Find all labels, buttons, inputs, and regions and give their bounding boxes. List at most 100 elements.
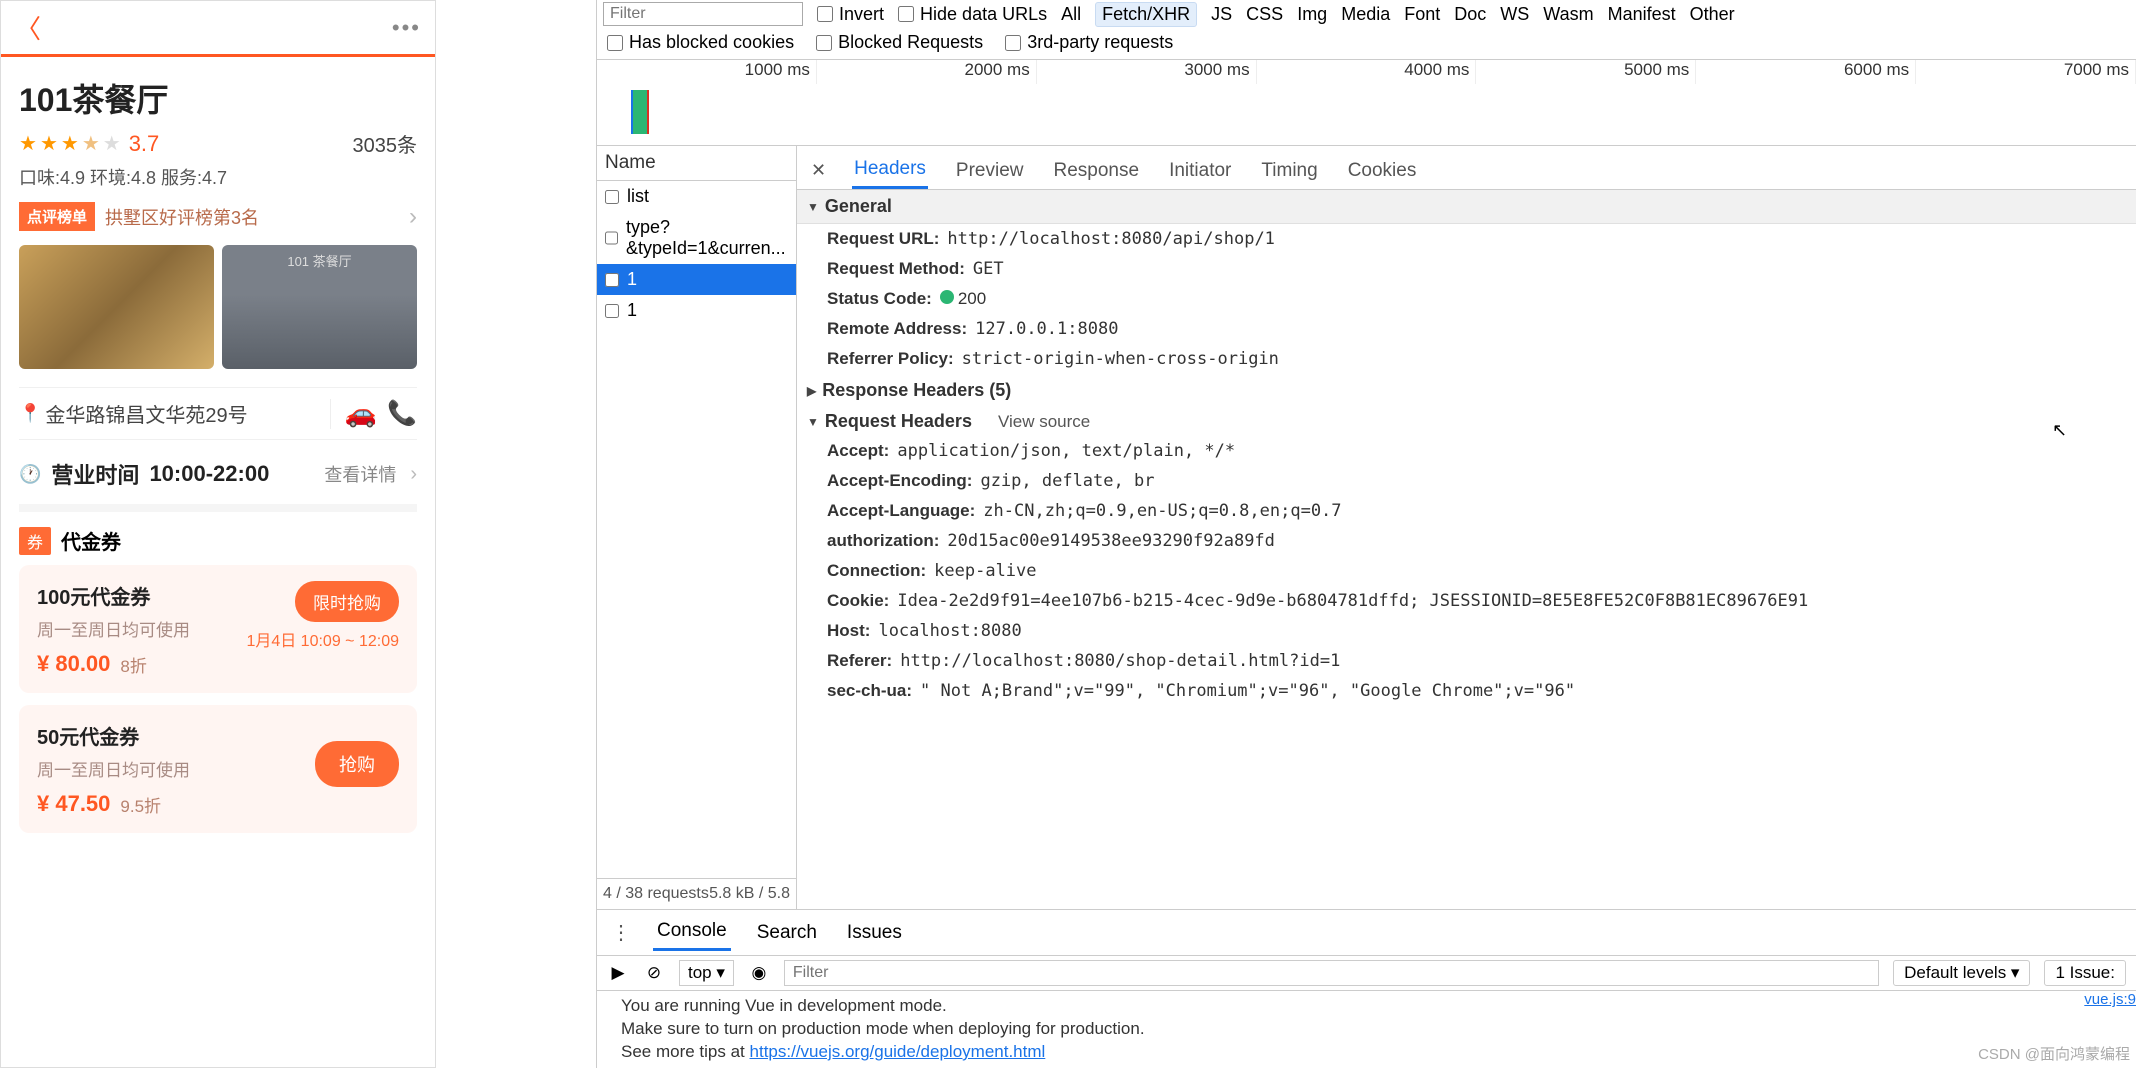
coupon-timeslot: 1月4日 10:09 ~ 12:09 xyxy=(246,627,399,651)
address-row[interactable]: 📍 金华路锦昌文华苑29号 🚗 📞 xyxy=(19,387,417,440)
timeline-marker xyxy=(631,90,649,134)
console-filter-input[interactable] xyxy=(784,960,1879,986)
blocked-requests-checkbox[interactable]: Blocked Requests xyxy=(816,32,983,53)
filter-fetch-xhr[interactable]: Fetch/XHR xyxy=(1095,2,1197,27)
console-toolbar: ▶ ⊘ top ▾ ◉ Default levels ▾ 1 Issue: xyxy=(597,956,2136,991)
hours-detail-link[interactable]: 查看详情 xyxy=(324,461,396,487)
filter-other[interactable]: Other xyxy=(1690,4,1735,25)
watermark: CSDN @面向鸿蒙编程 xyxy=(1978,1043,2130,1064)
header-value: localhost:8080 xyxy=(878,621,1021,641)
header-key: Accept-Language: xyxy=(827,501,975,521)
close-icon[interactable]: ✕ xyxy=(811,160,826,181)
kebab-menu-icon[interactable]: ⋮ xyxy=(611,920,631,945)
shop-photo[interactable] xyxy=(19,245,214,369)
filter-manifest[interactable]: Manifest xyxy=(1608,4,1676,25)
buy-button[interactable]: 抢购 xyxy=(315,741,399,787)
header-value: http://localhost:8080/api/shop/1 xyxy=(947,229,1275,249)
ranking-row[interactable]: 点评榜单 拱墅区好评榜第3名 › xyxy=(19,202,417,231)
header-value: keep-alive xyxy=(934,561,1036,581)
filter-css[interactable]: CSS xyxy=(1246,4,1283,25)
request-list-header[interactable]: Name xyxy=(597,146,796,181)
tab-search[interactable]: Search xyxy=(753,916,821,950)
mobile-app-panel: 〈 ••• 101茶餐厅 ★ ★ ★ ★ ★ 3.7 3035条 口味:4.9 … xyxy=(0,0,436,1068)
coupon-price: ¥ 80.00 xyxy=(37,651,110,677)
filter-all[interactable]: All xyxy=(1061,4,1081,25)
console-output: You are running Vue in development mode.… xyxy=(597,991,2136,1068)
shop-photo[interactable]: 101 茶餐厅 xyxy=(222,245,417,369)
log-levels-selector[interactable]: Default levels ▾ xyxy=(1893,960,2030,986)
detail-tabs: ✕ Headers Preview Response Initiator Tim… xyxy=(797,146,2136,190)
filter-js[interactable]: JS xyxy=(1211,4,1232,25)
timeline-tick: 5000 ms xyxy=(1476,60,1696,84)
chevron-right-icon: › xyxy=(409,203,417,231)
tab-console[interactable]: Console xyxy=(653,914,731,951)
third-party-checkbox[interactable]: 3rd-party requests xyxy=(1005,32,1173,53)
tab-timing[interactable]: Timing xyxy=(1259,154,1319,188)
network-filter-bar: Invert Hide data URLs All Fetch/XHR JS C… xyxy=(597,0,2136,28)
blocked-cookies-checkbox[interactable]: Has blocked cookies xyxy=(607,32,794,53)
header-value: application/json, text/plain, */* xyxy=(897,441,1235,461)
request-row[interactable]: list xyxy=(597,181,796,212)
filter-doc[interactable]: Doc xyxy=(1454,4,1486,25)
header-value: zh-CN,zh;q=0.9,en-US;q=0.8,en;q=0.7 xyxy=(983,501,1341,521)
tab-cookies[interactable]: Cookies xyxy=(1346,154,1419,188)
rank-text: 拱墅区好评榜第3名 xyxy=(105,204,259,230)
coupon-section-header: 券 代金券 xyxy=(19,512,417,565)
request-row-selected[interactable]: 1 xyxy=(597,264,796,295)
live-expression-icon[interactable]: ◉ xyxy=(748,962,770,984)
filter-font[interactable]: Font xyxy=(1404,4,1440,25)
invert-checkbox[interactable]: Invert xyxy=(817,4,884,25)
filter-media[interactable]: Media xyxy=(1341,4,1390,25)
timeline-tick: 6000 ms xyxy=(1696,60,1916,84)
filter-wasm[interactable]: Wasm xyxy=(1543,4,1593,25)
tab-initiator[interactable]: Initiator xyxy=(1167,154,1233,188)
header-key: Remote Address: xyxy=(827,319,967,339)
photo-gallery[interactable]: 101 茶餐厅 xyxy=(19,245,417,369)
console-line: Make sure to turn on production mode whe… xyxy=(621,1018,2112,1041)
coupon-card[interactable]: 100元代金券 周一至周日均可使用 ¥ 80.00 8折 限时抢购 1月4日 1… xyxy=(19,565,417,693)
request-row[interactable]: type?&typeId=1&curren... xyxy=(597,212,796,264)
source-link[interactable]: vue.js:9 xyxy=(2084,991,2136,1008)
request-count: 4 / 38 requests xyxy=(603,885,709,903)
phone-icon[interactable]: 📞 xyxy=(387,399,417,428)
flash-buy-button[interactable]: 限时抢购 xyxy=(295,581,399,622)
transfer-size: 5.8 kB / 5.8 xyxy=(709,885,790,903)
filter-ws[interactable]: WS xyxy=(1500,4,1529,25)
request-headers-toggle[interactable]: ▼Request HeadersView source xyxy=(807,405,2136,436)
network-timeline[interactable]: 1000 ms 2000 ms 3000 ms 4000 ms 5000 ms … xyxy=(597,60,2136,146)
tab-preview[interactable]: Preview xyxy=(954,154,1026,188)
filter-img[interactable]: Img xyxy=(1297,4,1327,25)
execute-icon[interactable]: ▶ xyxy=(607,962,629,984)
general-section-toggle[interactable]: ▼General xyxy=(797,190,2136,224)
review-count[interactable]: 3035条 xyxy=(353,129,418,158)
context-selector[interactable]: top ▾ xyxy=(679,960,734,986)
tab-response[interactable]: Response xyxy=(1052,154,1142,188)
hours-row[interactable]: 🕐 营业时间 10:00-22:00 查看详情 › xyxy=(19,440,417,512)
header-value: 200 xyxy=(940,289,986,309)
network-filter-input[interactable] xyxy=(603,2,803,26)
header-value: GET xyxy=(973,259,1004,279)
coupon-badge-icon: 券 xyxy=(19,527,51,555)
tab-issues[interactable]: Issues xyxy=(843,916,906,950)
header-value: 20d15ac00e9149538ee93290f92a89fd xyxy=(947,531,1275,551)
rank-badge: 点评榜单 xyxy=(19,202,95,231)
deployment-guide-link[interactable]: https://vuejs.org/guide/deployment.html xyxy=(750,1042,1046,1061)
coupon-discount: 9.5折 xyxy=(120,792,161,817)
timeline-tick: 2000 ms xyxy=(817,60,1037,84)
coupon-card[interactable]: 50元代金券 周一至周日均可使用 ¥ 47.50 9.5折 抢购 xyxy=(19,705,417,833)
view-source-link[interactable]: View source xyxy=(998,412,1090,432)
back-icon[interactable]: 〈 xyxy=(15,9,41,46)
header-value: strict-origin-when-cross-origin xyxy=(962,349,1279,369)
coupon-discount: 8折 xyxy=(120,652,146,677)
network-filter-bar-2: Has blocked cookies Blocked Requests 3rd… xyxy=(597,28,2136,60)
clear-console-icon[interactable]: ⊘ xyxy=(643,962,665,984)
console-line: See more tips at https://vuejs.org/guide… xyxy=(621,1041,2112,1064)
response-headers-toggle[interactable]: ▶Response Headers (5) xyxy=(807,374,2136,405)
hide-data-urls-checkbox[interactable]: Hide data URLs xyxy=(898,4,1047,25)
tab-headers[interactable]: Headers xyxy=(852,152,928,189)
issues-counter[interactable]: 1 Issue: xyxy=(2044,960,2126,986)
more-icon[interactable]: ••• xyxy=(392,15,421,41)
request-row[interactable]: 1 xyxy=(597,295,796,326)
car-icon[interactable]: 🚗 xyxy=(345,398,377,429)
star-icon: ★ xyxy=(19,131,37,156)
